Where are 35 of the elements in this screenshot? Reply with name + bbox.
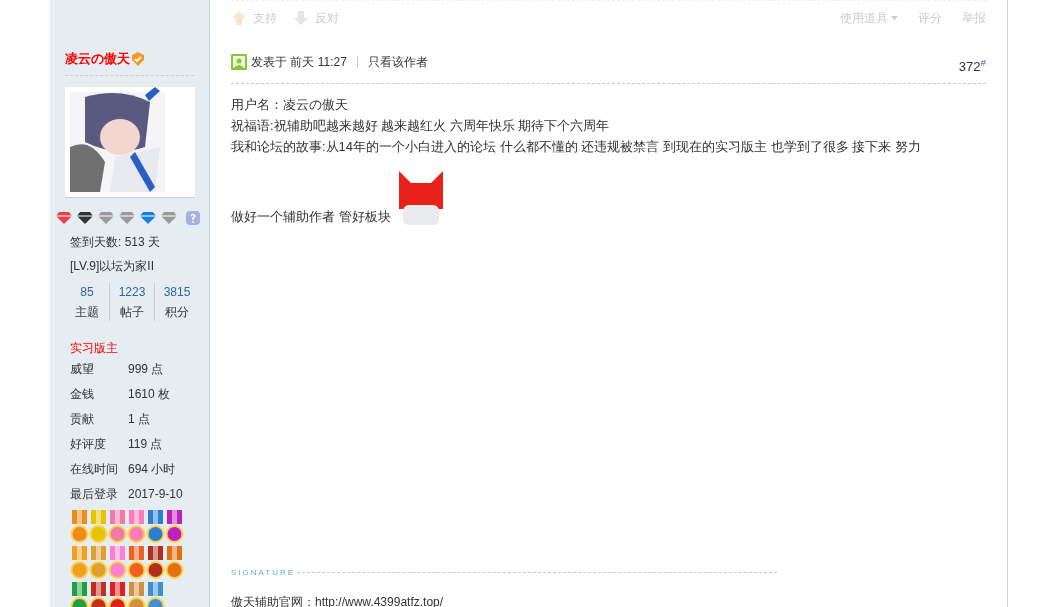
user-group[interactable]: 实习版主 bbox=[50, 338, 209, 357]
post-text: 祝福语:祝辅助吧越来越好 越来越红火 六周年快乐 期待下个六周年 bbox=[231, 116, 611, 135]
up-arrow-icon bbox=[231, 10, 247, 26]
signature-label: SIGNATURE bbox=[231, 566, 296, 579]
down-arrow-icon bbox=[293, 10, 309, 26]
field-value: 1610 枚 bbox=[128, 385, 171, 403]
stat-value[interactable]: 1223 bbox=[118, 282, 146, 301]
field-label: 最后登录 bbox=[70, 485, 119, 503]
stat-label: 主题 bbox=[75, 303, 99, 321]
field-value: 999 点 bbox=[128, 360, 164, 378]
field-value: 694 小时 bbox=[128, 460, 176, 478]
field-value: 2017-9-10 bbox=[128, 485, 183, 503]
field-label: 在线时间 bbox=[70, 460, 119, 478]
user-icon bbox=[231, 53, 247, 70]
field-value: 119 点 bbox=[128, 435, 163, 453]
stat-label: 积分 bbox=[165, 303, 189, 321]
user-level[interactable]: [LV.9]以坛为家II bbox=[50, 256, 209, 275]
caret-icon bbox=[891, 16, 898, 20]
post-text: 做好一个辅助作者 管好板块 bbox=[231, 207, 391, 226]
help-icon[interactable] bbox=[186, 210, 200, 225]
stat-label: 帖子 bbox=[120, 303, 144, 321]
post-text: 我和论坛的故事:从14年的一个小白进入的论坛 什么都不懂的 还违规被禁言 到现在的实习版主 也学到了很多 接下来 努力 bbox=[231, 137, 922, 156]
field-value: 1 点 bbox=[128, 410, 150, 428]
floor-number[interactable]: 372$^{#}$ bbox=[958, 57, 986, 77]
author-name[interactable]: 凌云の傲天 bbox=[65, 49, 130, 69]
post-text: 用户名：凌云の傲天 bbox=[231, 95, 349, 114]
stat-value[interactable]: 3815 bbox=[163, 282, 191, 301]
field-label: 金钱 bbox=[70, 385, 95, 403]
post-time: 发表于 前天 11:27 bbox=[251, 53, 347, 71]
stat-value[interactable]: 85 bbox=[80, 282, 94, 301]
field-label: 好评度 bbox=[70, 435, 107, 453]
author-only-link[interactable]: 只看该作者 bbox=[367, 52, 428, 71]
checkin-days: 签到天数: 513 天 bbox=[50, 232, 209, 251]
field-label: 威望 bbox=[70, 360, 95, 378]
field-label: 贡献 bbox=[70, 410, 95, 428]
